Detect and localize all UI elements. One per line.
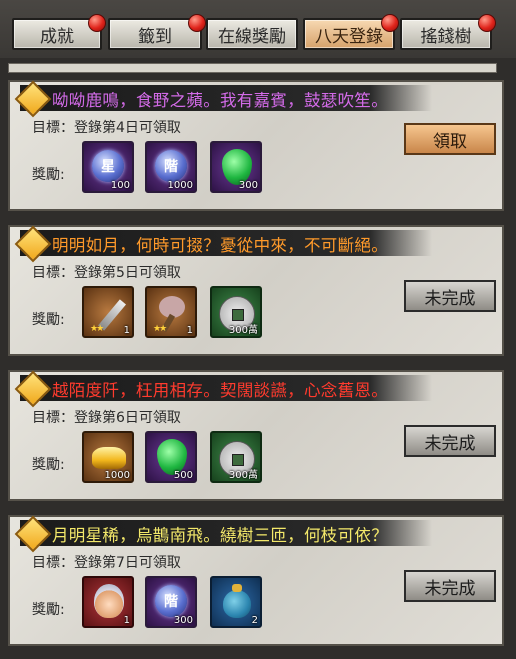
card-banner: 明明如月，何時可掇？憂從中來，不可斷絕。 bbox=[14, 225, 432, 263]
tab-bar: 成就 籤到 在線獎勵 八天登錄 搖錢樹 bbox=[0, 0, 516, 58]
diamond-icon bbox=[14, 225, 52, 263]
item-quantity: 100 bbox=[110, 180, 130, 191]
card-title: 越陌度阡，枉用相存。契闊談讌，心念舊恩。 bbox=[52, 381, 388, 400]
card-banner: 呦呦鹿鳴，食野之蘋。我有嘉賓，鼓瑟吹笙。 bbox=[14, 80, 432, 118]
sword-icon bbox=[98, 299, 126, 331]
tab-online-rewards[interactable]: 在線獎勵 bbox=[206, 18, 298, 50]
item-quantity: 300 bbox=[238, 180, 258, 191]
item-quantity: 1000 bbox=[104, 470, 130, 481]
tab-label: 搖錢樹 bbox=[420, 26, 472, 47]
hero-portrait-icon bbox=[94, 584, 124, 618]
reward-label: 獎勵: bbox=[32, 167, 65, 183]
reward-item[interactable]: 1000 bbox=[82, 431, 134, 483]
item-quantity: 1 bbox=[186, 325, 193, 336]
reward-item[interactable]: 1 bbox=[82, 576, 134, 628]
notification-dot bbox=[381, 14, 399, 32]
item-quantity: 500 bbox=[173, 470, 193, 481]
card-title: 呦呦鹿鳴，食野之蘋。我有嘉賓，鼓瑟吹笙。 bbox=[52, 91, 388, 110]
item-quantity: 2 bbox=[251, 615, 258, 626]
star-rating-icon: ★★ bbox=[90, 324, 104, 334]
tab-label: 八天登錄 bbox=[315, 26, 383, 47]
reward-item[interactable]: 300萬 bbox=[210, 431, 262, 483]
reward-item[interactable]: 階 1000 bbox=[145, 141, 197, 193]
diamond-icon bbox=[14, 80, 52, 118]
item-quantity: 1 bbox=[123, 615, 130, 626]
card-goal: 目標：登錄第6日可領取 bbox=[32, 410, 181, 426]
gold-ingot-icon bbox=[92, 447, 126, 469]
reward-item[interactable]: 星 100 bbox=[82, 141, 134, 193]
reward-item[interactable]: 300 bbox=[210, 141, 262, 193]
reward-label: 獎勵: bbox=[32, 602, 65, 618]
item-quantity: 300 bbox=[173, 615, 193, 626]
rank-orb-icon: 階 bbox=[155, 585, 187, 617]
item-quantity: 300萬 bbox=[228, 470, 258, 481]
star-orb-icon: 星 bbox=[92, 150, 124, 182]
card-goal: 目標：登錄第5日可領取 bbox=[32, 265, 181, 281]
reward-item[interactable]: ★★ 1 bbox=[82, 286, 134, 338]
card-title: 明明如月，何時可掇？憂從中來，不可斷絕。 bbox=[52, 236, 388, 255]
star-rating-icon: ★★ bbox=[153, 324, 167, 334]
reward-label: 獎勵: bbox=[32, 457, 65, 473]
reward-item[interactable]: 2 bbox=[210, 576, 262, 628]
notification-dot bbox=[88, 14, 106, 32]
reward-item[interactable]: 300萬 bbox=[210, 286, 262, 338]
money-bag-icon bbox=[223, 584, 251, 618]
tab-money-tree[interactable]: 搖錢樹 bbox=[400, 14, 496, 50]
reward-item[interactable]: ★★ 1 bbox=[145, 286, 197, 338]
divider bbox=[8, 63, 497, 73]
claim-button[interactable]: 領取 bbox=[404, 123, 496, 155]
card-goal: 目標：登錄第7日可領取 bbox=[32, 555, 181, 571]
incomplete-button[interactable]: 未完成 bbox=[404, 425, 496, 457]
item-quantity: 300萬 bbox=[228, 325, 258, 336]
tab-label: 成就 bbox=[40, 26, 74, 47]
diamond-icon bbox=[14, 370, 52, 408]
tab-label: 在線獎勵 bbox=[218, 26, 286, 47]
card-title: 月明星稀，烏鵲南飛。繞樹三匝，何枝可依？ bbox=[52, 526, 388, 545]
item-quantity: 1000 bbox=[167, 180, 193, 191]
diamond-icon bbox=[14, 515, 52, 553]
tab-achievements[interactable]: 成就 bbox=[12, 14, 106, 50]
card-banner: 越陌度阡，枉用相存。契闊談讌，心念舊恩。 bbox=[14, 370, 432, 408]
card-goal: 目標：登錄第4日可領取 bbox=[32, 120, 181, 136]
eight-day-login-panel: { "tabs":[ {"label":"成就","active":false,… bbox=[0, 0, 516, 659]
item-quantity: 1 bbox=[123, 325, 130, 336]
rank-orb-icon: 階 bbox=[155, 150, 187, 182]
reward-card-day-4: 呦呦鹿鳴，食野之蘋。我有嘉賓，鼓瑟吹笙。 目標：登錄第4日可領取 獎勵: 星 1… bbox=[8, 80, 504, 211]
notification-dot bbox=[188, 14, 206, 32]
reward-card-day-7: 月明星稀，烏鵲南飛。繞樹三匝，何枝可依？ 目標：登錄第7日可領取 獎勵: 1 階… bbox=[8, 515, 504, 646]
card-banner: 月明星稀，烏鵲南飛。繞樹三匝，何枝可依？ bbox=[14, 515, 432, 553]
incomplete-button[interactable]: 未完成 bbox=[404, 280, 496, 312]
reward-card-day-5: 明明如月，何時可掇？憂從中來，不可斷絕。 目標：登錄第5日可領取 獎勵: ★★ … bbox=[8, 225, 504, 356]
tab-label: 籤到 bbox=[138, 26, 172, 47]
reward-card-day-6: 越陌度阡，枉用相存。契闊談讌，心念舊恩。 目標：登錄第6日可領取 獎勵: 100… bbox=[8, 370, 504, 501]
reward-item[interactable]: 階 300 bbox=[145, 576, 197, 628]
reward-item[interactable]: 500 bbox=[145, 431, 197, 483]
incomplete-button[interactable]: 未完成 bbox=[404, 570, 496, 602]
reward-label: 獎勵: bbox=[32, 312, 65, 328]
tab-sign-in[interactable]: 籤到 bbox=[108, 14, 206, 50]
tab-eight-day-login[interactable]: 八天登錄 bbox=[303, 14, 399, 50]
notification-dot bbox=[478, 14, 496, 32]
